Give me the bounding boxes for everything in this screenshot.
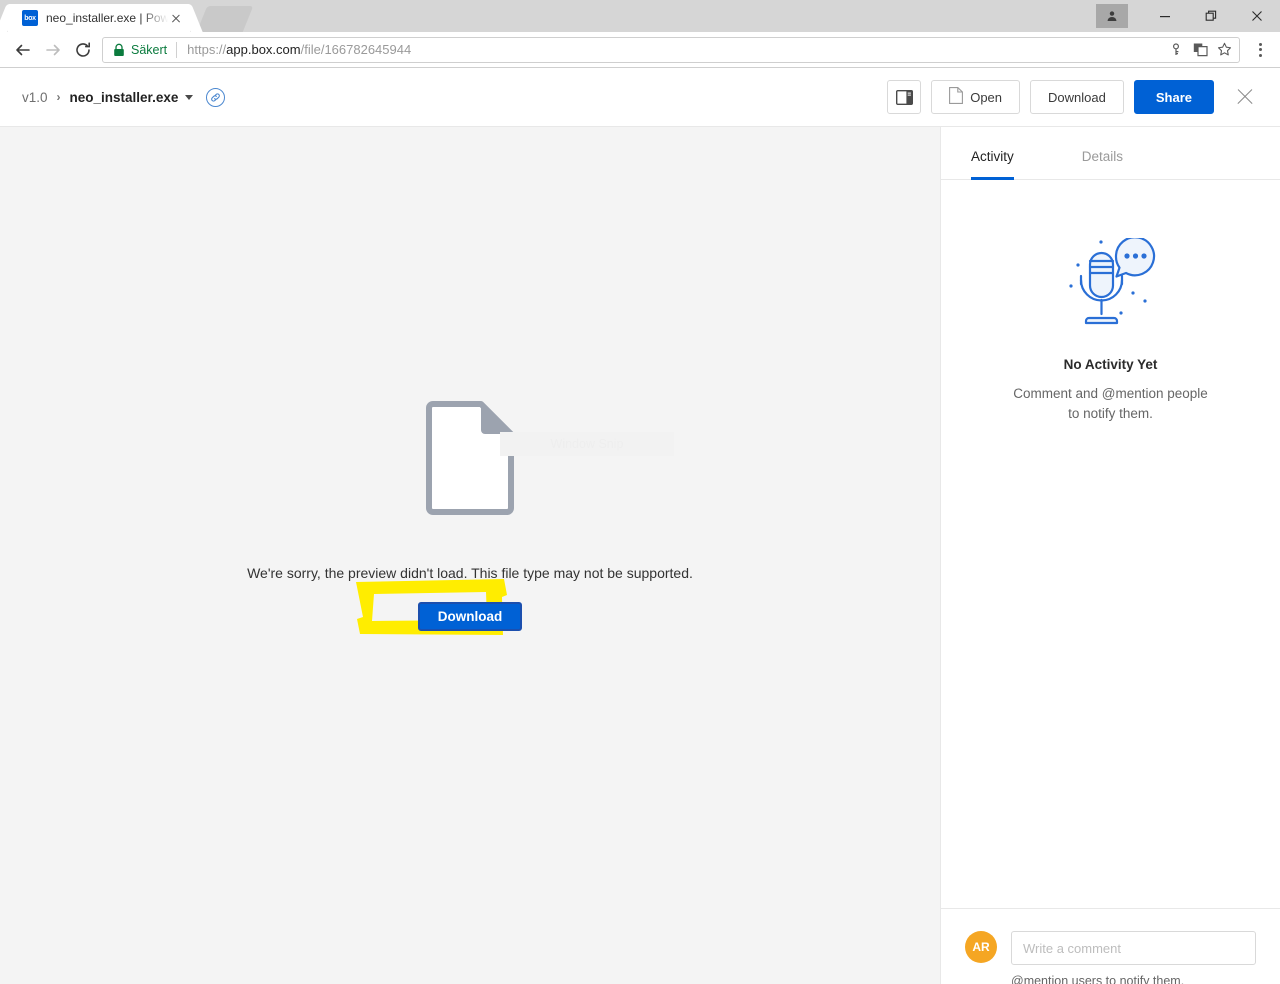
comment-composer: AR @mention users to notify them. [941, 908, 1280, 984]
breadcrumb-separator: › [56, 90, 61, 104]
comment-input[interactable] [1011, 931, 1256, 965]
activity-empty-state: No Activity Yet Comment and @mention peo… [941, 180, 1280, 908]
microphone-speech-bubble-icon [1059, 236, 1163, 339]
person-icon[interactable] [1096, 4, 1128, 28]
security-status-label: Säkert [131, 42, 168, 57]
reload-icon[interactable] [68, 35, 98, 65]
browser-tab[interactable]: box neo_installer.exe | Powere [8, 4, 190, 32]
file-header-bar: v1.0 › neo_installer.exe Open Download S… [0, 68, 1280, 127]
chevron-down-icon[interactable] [185, 94, 194, 100]
empty-state-title: No Activity Yet [1063, 357, 1158, 372]
new-tab-ghost[interactable] [196, 6, 254, 32]
activity-sidebar: Activity Details No Activity Yet Comment… [940, 127, 1280, 984]
download-button-label: Download [1048, 89, 1106, 105]
share-button[interactable]: Share [1133, 80, 1214, 114]
back-arrow-icon[interactable] [8, 35, 38, 65]
key-icon[interactable] [1165, 39, 1187, 61]
avatar: AR [965, 931, 997, 963]
omnibox-divider [176, 41, 178, 58]
browser-chrome: box neo_installer.exe | Powere [0, 0, 1280, 68]
breadcrumb-version[interactable]: v1.0 [22, 90, 48, 105]
close-icon[interactable] [168, 10, 184, 26]
breadcrumb: v1.0 › neo_installer.exe [22, 87, 887, 107]
tab-activity[interactable]: Activity [971, 127, 1014, 180]
app-body: Window Snip We're sorry, the preview did… [0, 127, 1280, 984]
box-file-preview-app: v1.0 › neo_installer.exe Open Download S… [0, 68, 1280, 984]
open-button-label: Open [970, 89, 1003, 105]
address-bar[interactable]: Säkert https://app.box.com/file/16678264… [102, 36, 1240, 63]
open-button[interactable]: Open [931, 80, 1021, 114]
browser-navigation-bar: Säkert https://app.box.com/file/16678264… [0, 32, 1280, 68]
file-preview-pane: Window Snip We're sorry, the preview did… [0, 127, 940, 984]
tab-details[interactable]: Details [1082, 127, 1123, 180]
close-preview-icon[interactable] [1234, 86, 1256, 108]
file-icon [949, 87, 964, 107]
link-circle-icon[interactable] [206, 87, 226, 107]
comment-row: AR [965, 931, 1256, 965]
sidebar-tabs: Activity Details [941, 127, 1280, 180]
breadcrumb-filename[interactable]: neo_installer.exe [70, 90, 179, 105]
empty-state-subtitle: Comment and @mention people to notify th… [1013, 386, 1208, 421]
tab-strip: box neo_installer.exe | Powere [0, 0, 1280, 32]
window-snip-watermark: Window Snip [500, 432, 674, 456]
preview-error-message: We're sorry, the preview didn't load. Th… [247, 565, 693, 581]
kebab-menu-icon[interactable] [1248, 35, 1272, 65]
preview-download-button[interactable]: Download [417, 602, 523, 631]
window-close-button[interactable] [1234, 0, 1280, 32]
minimize-button[interactable] [1142, 0, 1188, 32]
download-cta-wrapper: Download [355, 579, 523, 635]
browser-tab-title: neo_installer.exe | Powere [46, 11, 168, 25]
download-button[interactable]: Download [1030, 80, 1124, 114]
forward-arrow-icon[interactable] [38, 35, 68, 65]
header-actions: Open Download Share [887, 80, 1256, 114]
document-icon [425, 400, 515, 521]
share-button-label: Share [1155, 89, 1192, 105]
box-logo-icon: box [22, 10, 38, 26]
lock-icon [113, 43, 125, 57]
sidebar-toggle-icon[interactable] [887, 80, 922, 114]
window-controls [1096, 0, 1280, 32]
omnibox-icons [1165, 39, 1235, 61]
star-icon[interactable] [1213, 39, 1235, 61]
preview-download-button-label: Download [437, 609, 503, 624]
url-text: https://app.box.com/file/166782645944 [187, 42, 412, 57]
comment-hint: @mention users to notify them. [1011, 974, 1185, 984]
translate-icon[interactable] [1189, 39, 1211, 61]
maximize-button[interactable] [1188, 0, 1234, 32]
